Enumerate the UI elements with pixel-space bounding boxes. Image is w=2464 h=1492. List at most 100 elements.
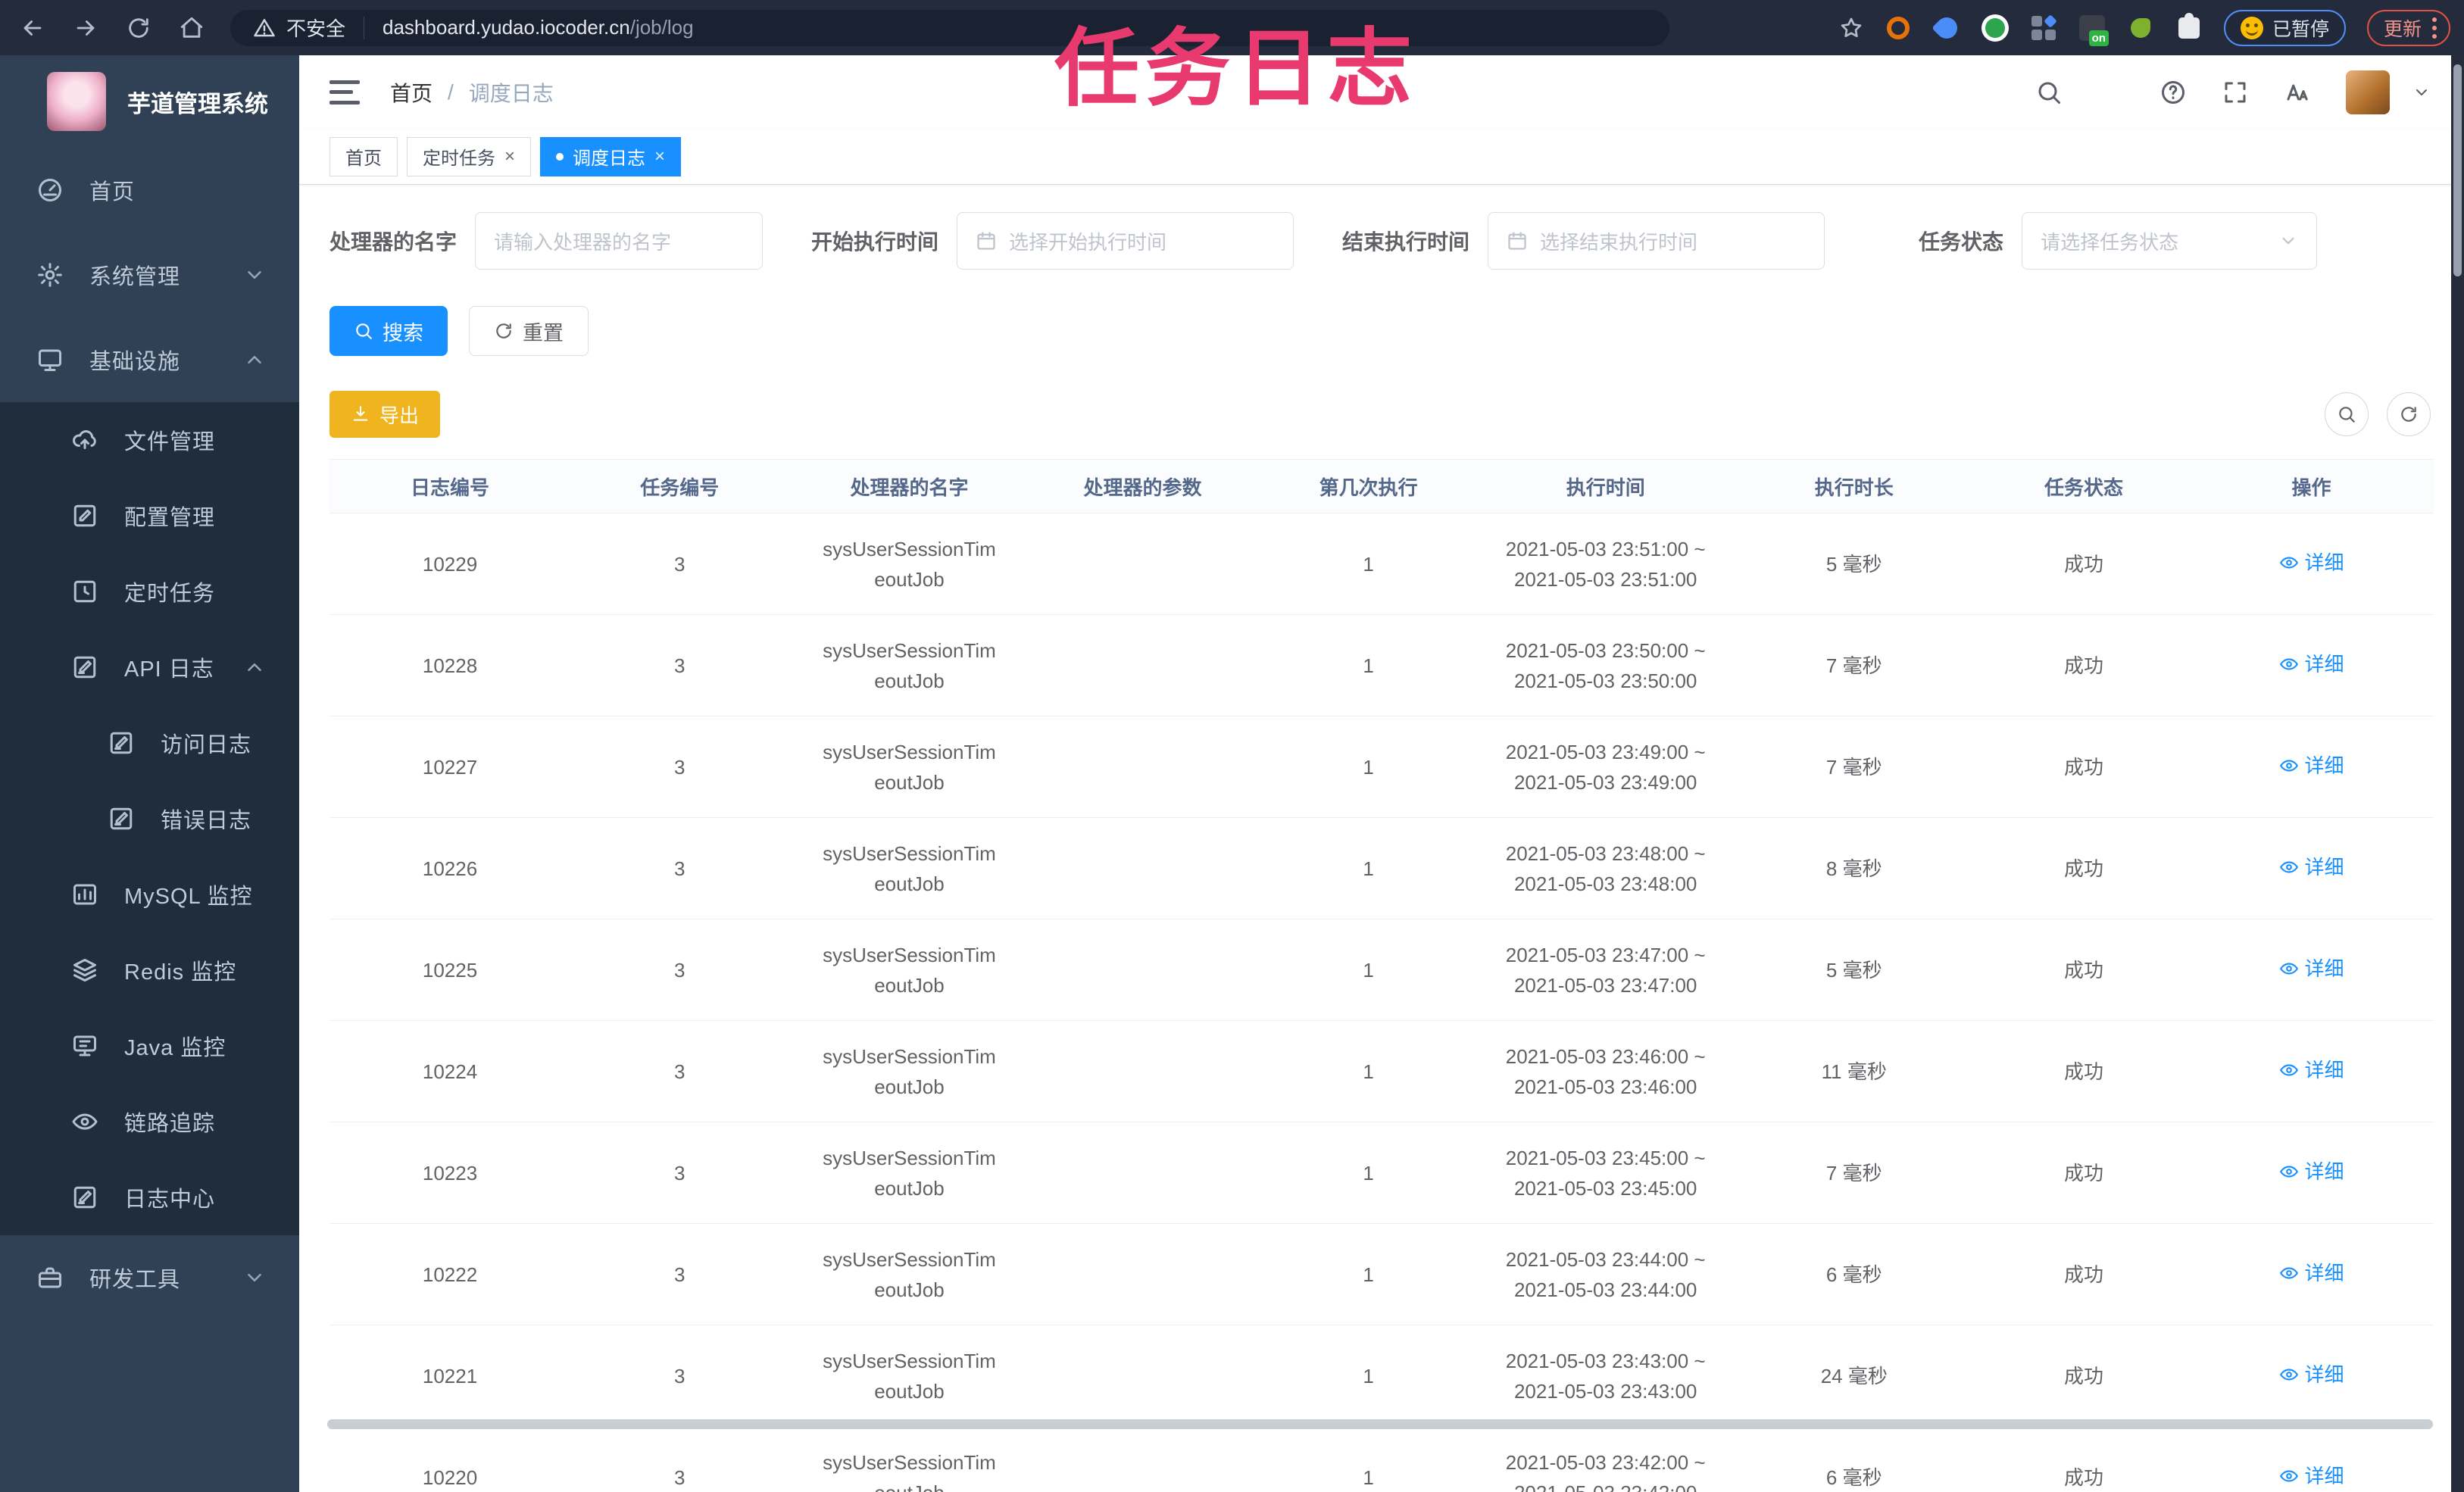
sidebar-item-trace[interactable]: 链路追踪: [0, 1084, 299, 1160]
logo-image: [47, 72, 106, 131]
cell-actions: 详细: [2189, 1055, 2434, 1088]
sidebar-item-devtool[interactable]: 研发工具: [0, 1235, 299, 1320]
extension-on-badge-icon[interactable]: on: [2078, 14, 2109, 46]
cell-log-id: 10229: [422, 552, 478, 576]
sidebar-item-config[interactable]: 配置管理: [0, 478, 299, 554]
eye-icon: [71, 1108, 98, 1135]
sidebar-menu: 首页 系统管理 基础设施 文件管理 配置管理 定时任务 API 日志 访问日志 …: [0, 148, 299, 1320]
cell-status: 成功: [2063, 857, 2103, 880]
cell-actions: 详细: [2189, 1156, 2434, 1190]
main-area: 首页 / 调度日志 首页 定时任务 × 调度日志 × 处理器的名字 请输入处理器…: [299, 55, 2464, 1492]
sidebar-item-home[interactable]: 首页: [0, 148, 299, 233]
cell-job-id: 3: [674, 552, 685, 576]
refresh-table-button[interactable]: [2387, 392, 2431, 436]
monitor-icon: [36, 346, 64, 373]
sidebar-item-infra[interactable]: 基础设施: [0, 317, 299, 402]
header-icons: [2035, 70, 2431, 114]
sidebar-item-java[interactable]: Java 监控: [0, 1008, 299, 1084]
search-button[interactable]: 搜索: [329, 306, 448, 356]
end-time-label: 结束执行时间: [1342, 230, 1470, 254]
avatar-caret-icon[interactable]: [2412, 83, 2431, 101]
sidebar-item-access-log[interactable]: 访问日志: [0, 705, 299, 781]
tab-close-icon[interactable]: ×: [504, 147, 515, 166]
vertical-scrollbar-thumb[interactable]: [2453, 64, 2462, 276]
filter-buttons: 搜索 重置: [329, 306, 2434, 356]
search-icon: [2337, 404, 2356, 424]
sidebar-item-job[interactable]: 定时任务: [0, 554, 299, 629]
export-button[interactable]: 导出: [329, 391, 441, 438]
paused-badge[interactable]: 已暂停: [2223, 9, 2346, 46]
tab-定时任务[interactable]: 定时任务 ×: [407, 136, 532, 176]
horizontal-scrollbar-thumb[interactable]: [327, 1419, 2433, 1429]
detail-link[interactable]: 详细: [2279, 1359, 2344, 1390]
detail-link[interactable]: 详细: [2279, 548, 2344, 578]
job-log-table: 日志编号 任务编号 处理器的名字 处理器的参数 第几次执行 执行时间 执行时长 任务状态 操作 …: [329, 459, 2434, 1492]
log-icon: [71, 654, 98, 681]
font-size-icon[interactable]: [2284, 79, 2311, 106]
sidebar-item-label: API 日志: [124, 657, 214, 682]
extension-puzzle-icon[interactable]: [2175, 12, 2203, 42]
cell-exec-index: 1: [1363, 1364, 1374, 1387]
calendar-icon: [1507, 230, 1528, 251]
cell-job-id: 3: [674, 1060, 685, 1083]
reset-button[interactable]: 重置: [469, 306, 589, 356]
help-icon[interactable]: [2160, 79, 2187, 106]
tab-close-icon[interactable]: ×: [654, 147, 665, 166]
reload-icon[interactable]: [118, 8, 159, 48]
end-time-input[interactable]: 选择结束执行时间: [1488, 212, 1825, 270]
extension-green-circle-icon[interactable]: [1981, 14, 2009, 42]
sidebar-item-log-center[interactable]: 日志中心: [0, 1160, 299, 1235]
sidebar-item-api-log[interactable]: API 日志: [0, 629, 299, 705]
detail-link[interactable]: 详细: [2279, 852, 2344, 882]
cell-exec-index: 1: [1363, 958, 1374, 982]
bookmark-star-icon[interactable]: [1839, 16, 1863, 40]
begin-time-input[interactable]: 选择开始执行时间: [957, 212, 1294, 270]
active-dot: [556, 152, 564, 161]
extension-leaf-icon[interactable]: [2127, 14, 2154, 42]
sidebar-item-redis[interactable]: Redis 监控: [0, 932, 299, 1008]
handler-name-input[interactable]: 请输入处理器的名字: [475, 212, 764, 270]
home-icon[interactable]: [171, 8, 212, 48]
back-icon[interactable]: [12, 8, 53, 48]
tab-调度日志[interactable]: 调度日志 ×: [540, 136, 682, 176]
cell-job-id: 3: [674, 755, 685, 779]
address-bar[interactable]: 不安全 dashboard.yudao.iocoder.cn /job/log: [230, 9, 1669, 46]
sidebar-item-error-log[interactable]: 错误日志: [0, 781, 299, 857]
cell-exec-time: 2021-05-03 23:46:00 ~2021-05-03 23:46:00: [1505, 1044, 1706, 1098]
detail-link[interactable]: 详细: [2279, 1055, 2344, 1085]
extension-drop-icon[interactable]: [1932, 12, 1962, 43]
detail-link[interactable]: 详细: [2279, 1461, 2344, 1491]
hamburger-icon[interactable]: [329, 80, 360, 105]
eye-icon: [2279, 959, 2299, 979]
toggle-search-button[interactable]: [2325, 392, 2369, 436]
vertical-scrollbar[interactable]: [2451, 55, 2464, 1492]
gear-icon: [36, 261, 64, 289]
sidebar-item-file[interactable]: 文件管理: [0, 402, 299, 478]
cell-exec-time: 2021-05-03 23:51:00 ~2021-05-03 23:51:00: [1505, 537, 1706, 591]
job-status-select[interactable]: 请选择任务状态: [2022, 212, 2318, 270]
sidebar-item-mysql[interactable]: MySQL 监控: [0, 857, 299, 932]
logo-row[interactable]: 芋道管理系统: [0, 55, 299, 148]
detail-link[interactable]: 详细: [2279, 751, 2344, 781]
user-avatar[interactable]: [2346, 70, 2390, 114]
detail-link[interactable]: 详细: [2279, 1258, 2344, 1288]
tab-首页[interactable]: 首页: [329, 136, 398, 176]
browser-menu-icon[interactable]: [2432, 17, 2437, 39]
detail-link[interactable]: 详细: [2279, 649, 2344, 679]
fullscreen-icon[interactable]: [2222, 79, 2249, 106]
eye-icon: [2279, 1162, 2299, 1181]
sidebar-item-system[interactable]: 系统管理: [0, 233, 299, 317]
extension-grid-icon[interactable]: [2030, 14, 2057, 42]
github-icon[interactable]: [2097, 79, 2125, 106]
forward-icon[interactable]: [65, 8, 106, 48]
breadcrumb-home[interactable]: 首页: [390, 77, 433, 108]
header-search-icon[interactable]: [2035, 79, 2063, 106]
url-host: dashboard.yudao.iocoder.cn: [383, 16, 630, 39]
update-button[interactable]: 更新: [2366, 9, 2450, 46]
cell-log-id: 10228: [422, 654, 478, 677]
detail-link[interactable]: 详细: [2279, 954, 2344, 984]
detail-link[interactable]: 详细: [2279, 1156, 2344, 1187]
extension-ring-icon[interactable]: [1885, 14, 1912, 42]
cell-duration: 8 毫秒: [1825, 857, 1882, 880]
cell-log-id: 10226: [422, 857, 478, 880]
